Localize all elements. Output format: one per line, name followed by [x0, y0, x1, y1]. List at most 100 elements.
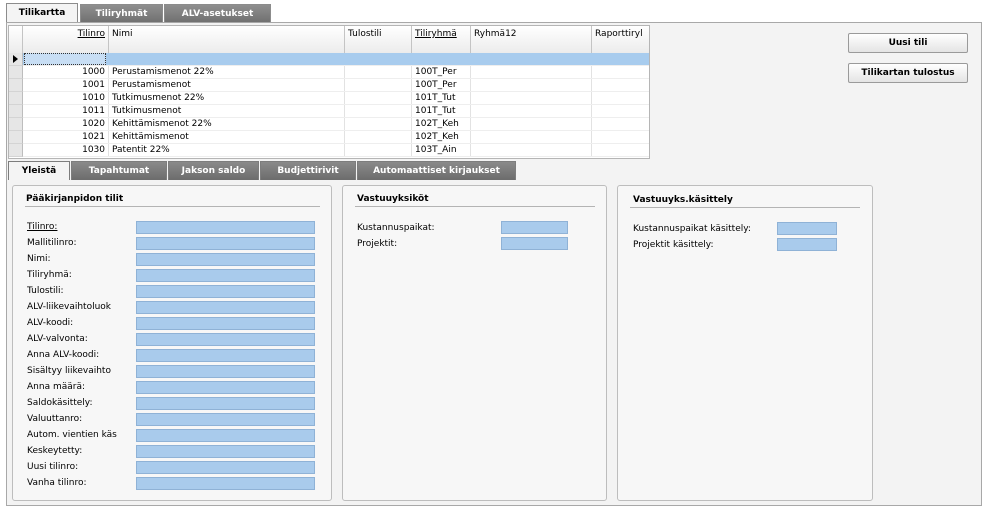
ledger-field-input[interactable] [136, 477, 315, 490]
new-account-button[interactable]: Uusi tili [848, 33, 968, 53]
col-tilinro[interactable]: Tilinro [23, 26, 109, 53]
table-row[interactable]: 1030 Patentit 22% 103T_Ain [23, 144, 649, 157]
ledger-field-input[interactable] [136, 237, 315, 250]
ledger-field-input[interactable] [136, 301, 315, 314]
cell-tiliryhma[interactable]: 101T_Tut [412, 92, 471, 104]
cell-ryhma12[interactable] [471, 118, 592, 130]
ledger-field-input[interactable] [136, 221, 315, 234]
tab-automaattiset-kirjaukset[interactable]: Automaattiset kirjaukset [357, 161, 516, 180]
cell-raportti[interactable] [592, 144, 649, 156]
cell-ryhma12[interactable] [471, 92, 592, 104]
ledger-field-input[interactable] [136, 269, 315, 282]
cell-nimi[interactable]: Kehittämismenot [109, 131, 345, 143]
tab-tilikartta[interactable]: Tilikartta [6, 3, 78, 23]
tab-budjettirivit[interactable]: Budjettirivit [260, 161, 356, 180]
cell-nimi[interactable]: Perustamismenot [109, 79, 345, 91]
cell-tiliryhma[interactable]: 103T_Ain [412, 144, 471, 156]
cell-tilinro[interactable]: 1011 [23, 105, 109, 117]
cell-tiliryhma[interactable]: 102T_Keh [412, 131, 471, 143]
cell-tilinro[interactable]: 1010 [23, 92, 109, 104]
cell-raportti[interactable] [592, 131, 649, 143]
row-selector[interactable] [9, 131, 23, 144]
row-selector[interactable] [9, 118, 23, 131]
cell-tiliryhma[interactable]: 102T_Keh [412, 118, 471, 130]
ledger-field-input[interactable] [136, 429, 315, 442]
projects-handling-field[interactable] [777, 238, 837, 251]
table-row[interactable]: 1010 Tutkimusmenot 22% 101T_Tut [23, 92, 649, 105]
new-row-editor[interactable] [24, 53, 106, 65]
cell-nimi[interactable]: Tutkimusmenot [109, 105, 345, 117]
cell-tulostili[interactable] [345, 131, 412, 143]
ledger-field-input[interactable] [136, 461, 315, 474]
cell-raportti[interactable] [592, 92, 649, 104]
cell-tilinro[interactable]: 1030 [23, 144, 109, 156]
cell-nimi[interactable]: Kehittämismenot 22% [109, 118, 345, 130]
cell-ryhma12[interactable] [471, 144, 592, 156]
cell-tilinro[interactable]: 1021 [23, 131, 109, 143]
col-raporttiryhma[interactable]: Raporttiryl [592, 26, 649, 53]
row-selector[interactable] [9, 144, 23, 157]
col-tiliryhma[interactable]: Tiliryhmä [412, 26, 471, 53]
cell-tilinro[interactable]: 1020 [23, 118, 109, 130]
cell-nimi[interactable]: Perustamismenot 22% [109, 66, 345, 78]
table-row[interactable]: 1001 Perustamismenot 100T_Per [23, 79, 649, 92]
cell-ryhma12[interactable] [471, 79, 592, 91]
table-row[interactable]: 1021 Kehittämismenot 102T_Keh [23, 131, 649, 144]
cell-tiliryhma[interactable]: 101T_Tut [412, 105, 471, 117]
tab-alv-asetukset[interactable]: ALV-asetukset [164, 4, 271, 23]
ledger-field-input[interactable] [136, 317, 315, 330]
new-row[interactable] [23, 53, 649, 66]
cell-raportti[interactable] [592, 66, 649, 78]
cell-tulostili[interactable] [345, 144, 412, 156]
cell-ryhma12[interactable] [471, 66, 592, 78]
ledger-field-input[interactable] [136, 381, 315, 394]
cell-nimi[interactable]: Tutkimusmenot 22% [109, 92, 345, 104]
ledger-field-input[interactable] [136, 397, 315, 410]
row-selector[interactable] [9, 79, 23, 92]
ledger-field-input[interactable] [136, 413, 315, 426]
row-selector-current[interactable] [9, 53, 23, 66]
cell-tiliryhma[interactable]: 100T_Per [412, 66, 471, 78]
cell-tilinro[interactable]: 1001 [23, 79, 109, 91]
col-nimi[interactable]: Nimi [109, 26, 345, 53]
cell-tulostili[interactable] [345, 66, 412, 78]
ledger-field-label: Tulostili: [27, 286, 64, 296]
ledger-field-input[interactable] [136, 445, 315, 458]
cell-ryhma12[interactable] [471, 131, 592, 143]
ledger-field-input[interactable] [136, 285, 315, 298]
ledger-field-input[interactable] [136, 349, 315, 362]
cost-centers-field[interactable] [501, 221, 568, 234]
row-selector[interactable] [9, 105, 23, 118]
cell-raportti[interactable] [592, 118, 649, 130]
cell-raportti[interactable] [592, 79, 649, 91]
projects-field[interactable] [501, 237, 568, 250]
cell-tulostili[interactable] [345, 105, 412, 117]
table-row[interactable]: 1000 Perustamismenot 22% 100T_Per [23, 66, 649, 79]
table-row[interactable]: 1011 Tutkimusmenot 101T_Tut [23, 105, 649, 118]
col-ryhma12[interactable]: Ryhmä12 [471, 26, 592, 53]
tab-tapahtumat[interactable]: Tapahtumat [71, 161, 167, 180]
cell-nimi[interactable]: Patentit 22% [109, 144, 345, 156]
print-chart-button[interactable]: Tilikartan tulostus [848, 63, 968, 83]
ledger-field-input[interactable] [136, 333, 315, 346]
cell-tulostili[interactable] [345, 92, 412, 104]
cell-tilinro[interactable]: 1000 [23, 66, 109, 78]
ledger-field-input[interactable] [136, 253, 315, 266]
cell-ryhma12[interactable] [471, 105, 592, 117]
row-selector[interactable] [9, 66, 23, 79]
accounts-grid[interactable]: Tilinro Nimi Tulostili Tiliryhmä Ryhmä12… [8, 25, 650, 159]
tab-jakson-saldo[interactable]: Jakson saldo [168, 161, 259, 180]
table-row[interactable]: 1020 Kehittämismenot 22% 102T_Keh [23, 118, 649, 131]
cell-tulostili[interactable] [345, 118, 412, 130]
responsibility-panel-title: Vastuuyksiköt [357, 194, 429, 204]
cost-centers-handling-field[interactable] [777, 222, 837, 235]
tab-yleista[interactable]: Yleistä [8, 161, 70, 180]
cell-tulostili[interactable] [345, 79, 412, 91]
col-tulostili[interactable]: Tulostili [345, 26, 412, 53]
ledger-field-input[interactable] [136, 365, 315, 378]
tab-tiliryhmat[interactable]: Tiliryhmät [80, 4, 163, 23]
cell-raportti[interactable] [592, 105, 649, 117]
row-selector[interactable] [9, 92, 23, 105]
header-corner [9, 26, 23, 53]
cell-tiliryhma[interactable]: 100T_Per [412, 79, 471, 91]
